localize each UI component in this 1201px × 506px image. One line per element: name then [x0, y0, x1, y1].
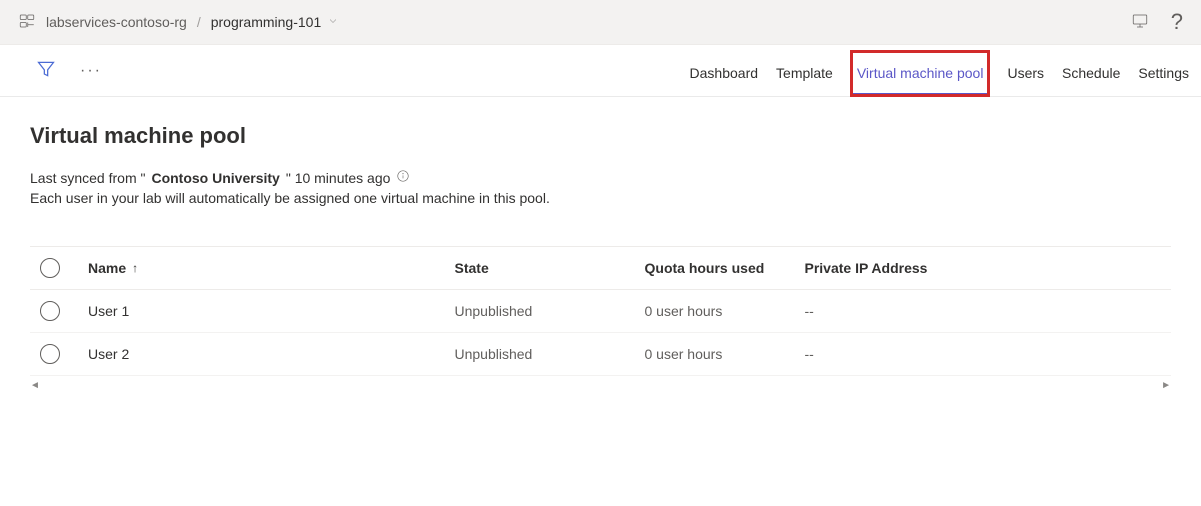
more-icon[interactable]: ··· — [80, 63, 102, 79]
scroll-right-icon[interactable]: ► — [1161, 380, 1171, 391]
vm-table: Name ↑ State Quota hours used Private IP… — [30, 246, 1171, 395]
table-row[interactable]: User 1 Unpublished 0 user hours -- — [30, 290, 1171, 333]
col-name-label: Name — [88, 260, 126, 276]
row-name: User 2 — [88, 346, 455, 362]
page-description: Each user in your lab will automatically… — [30, 190, 1171, 206]
row-ip: -- — [805, 346, 1172, 362]
resource-group-icon — [18, 12, 36, 33]
row-select[interactable] — [30, 301, 88, 321]
breadcrumb-parent[interactable]: labservices-contoso-rg — [46, 14, 187, 30]
sync-prefix: Last synced from " — [30, 170, 145, 186]
col-name[interactable]: Name ↑ — [88, 260, 455, 276]
table-row[interactable]: User 2 Unpublished 0 user hours -- — [30, 333, 1171, 376]
tab-settings[interactable]: Settings — [1138, 51, 1189, 96]
monitor-icon[interactable] — [1131, 12, 1149, 33]
sync-status: Last synced from " Contoso University " 10… — [30, 169, 1171, 186]
table-header: Name ↑ State Quota hours used Private IP… — [30, 246, 1171, 290]
sync-suffix: " 10 minutes ago — [286, 170, 391, 186]
scroll-left-icon[interactable]: ◄ — [30, 380, 40, 391]
row-state: Unpublished — [455, 303, 645, 319]
horizontal-scroll[interactable]: ◄ ► — [30, 376, 1171, 395]
chevron-down-icon — [327, 14, 339, 30]
filter-icon[interactable] — [36, 59, 56, 82]
secondary-bar-left: ··· — [36, 59, 102, 82]
breadcrumb-current[interactable]: programming-101 — [211, 14, 340, 30]
col-state[interactable]: State — [455, 260, 645, 276]
row-quota: 0 user hours — [645, 303, 805, 319]
tabs: Dashboard Template Virtual machine pool … — [690, 45, 1189, 96]
row-name: User 1 — [88, 303, 455, 319]
row-ip: -- — [805, 303, 1172, 319]
tab-users[interactable]: Users — [1007, 51, 1044, 96]
main-content: Virtual machine pool Last synced from " C… — [0, 97, 1201, 405]
sort-up-icon: ↑ — [132, 261, 138, 275]
select-all[interactable] — [30, 258, 88, 278]
breadcrumb-current-label: programming-101 — [211, 14, 322, 30]
sync-source: Contoso University — [151, 170, 279, 186]
breadcrumb: labservices-contoso-rg / programming-101 — [18, 12, 339, 33]
row-quota: 0 user hours — [645, 346, 805, 362]
breadcrumb-separator: / — [197, 14, 201, 30]
top-right-actions: ? — [1131, 9, 1183, 35]
info-icon[interactable] — [396, 169, 410, 186]
col-ip[interactable]: Private IP Address — [805, 260, 1172, 276]
tab-template[interactable]: Template — [776, 51, 833, 96]
tab-schedule[interactable]: Schedule — [1062, 51, 1120, 96]
secondary-bar: ··· Dashboard Template Virtual machine p… — [0, 45, 1201, 97]
top-bar: labservices-contoso-rg / programming-101… — [0, 0, 1201, 45]
tab-dashboard[interactable]: Dashboard — [690, 51, 759, 96]
page-title: Virtual machine pool — [30, 123, 1171, 149]
row-state: Unpublished — [455, 346, 645, 362]
row-select[interactable] — [30, 344, 88, 364]
col-quota[interactable]: Quota hours used — [645, 260, 805, 276]
help-icon[interactable]: ? — [1171, 9, 1183, 35]
tab-virtual-machine-pool[interactable]: Virtual machine pool — [851, 51, 990, 96]
